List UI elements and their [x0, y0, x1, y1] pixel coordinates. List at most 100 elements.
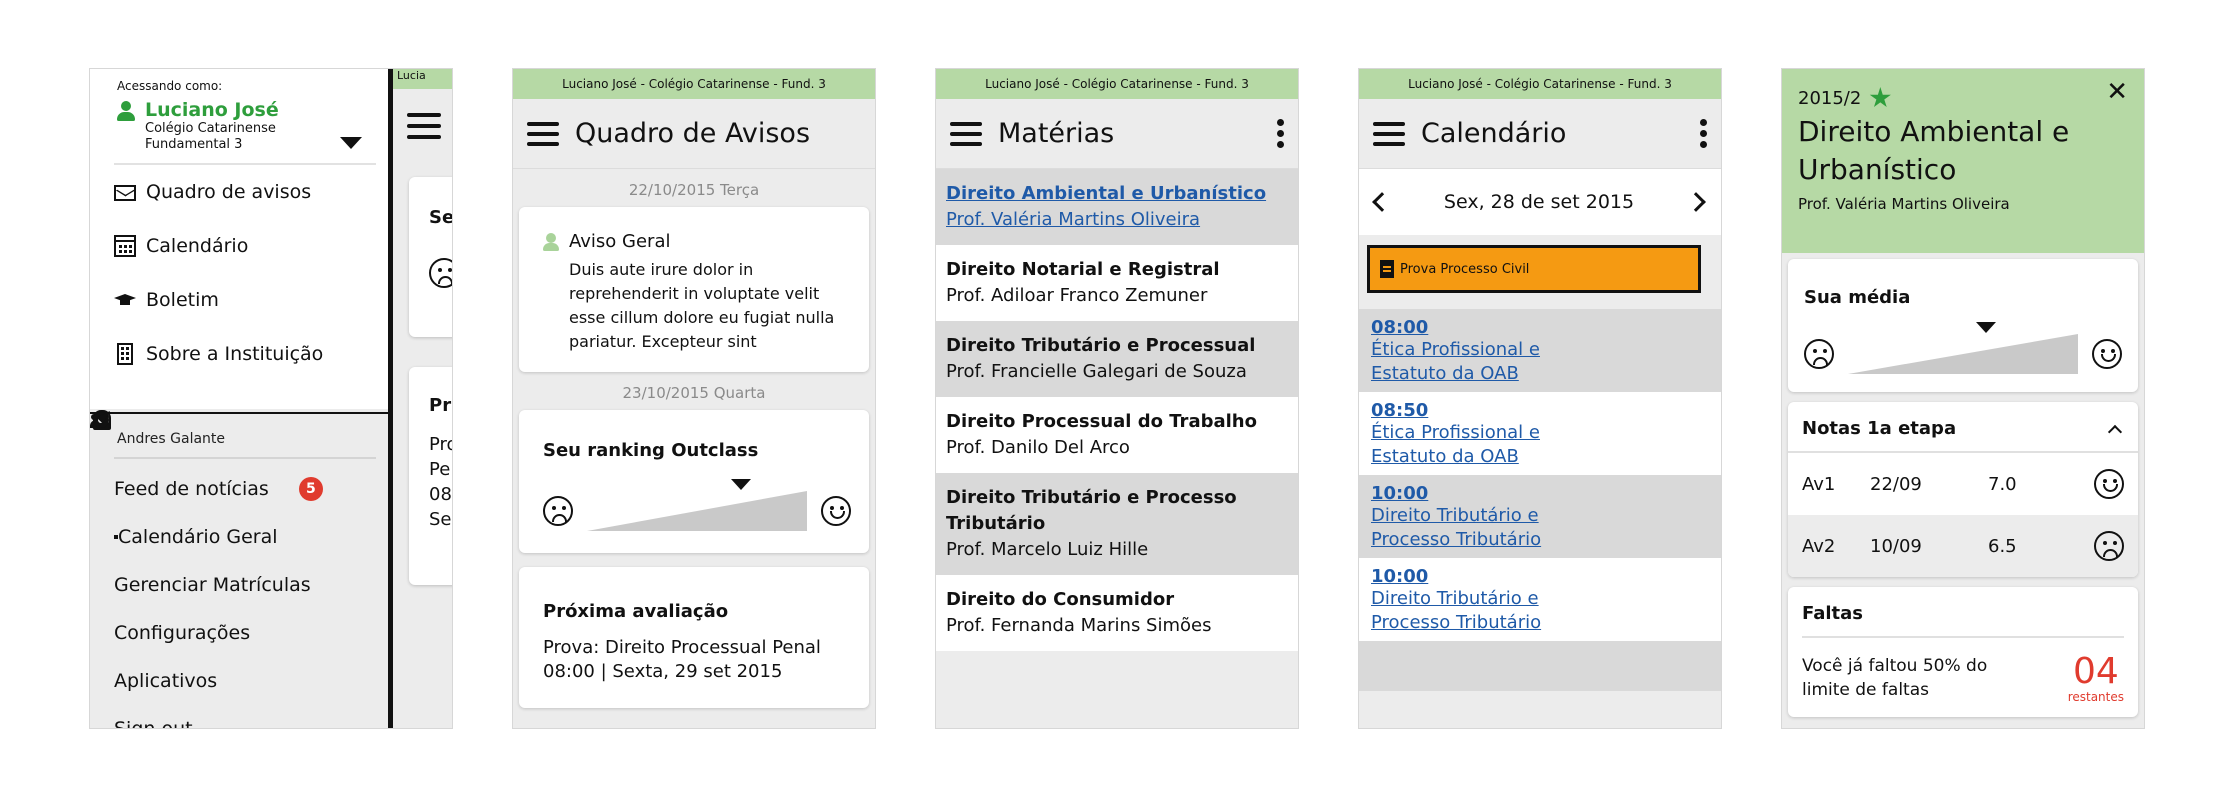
app-bar: Quadro de Avisos: [513, 99, 875, 169]
drawer-item-label: Calendário: [146, 235, 249, 257]
absences-title: Faltas: [1802, 603, 1864, 624]
drawer-item-feed-de-noticias[interactable]: Feed de notícias 5: [90, 465, 388, 513]
current-date: Sex, 28 de set 2015: [1443, 191, 1635, 213]
document-icon: [1380, 260, 1394, 278]
next-exam-subject: Prova: Direito Processual Penal: [543, 637, 821, 658]
schedule-time[interactable]: 10:00: [1371, 483, 1709, 504]
subject-professor: Prof. Valéria Martins Oliveira: [946, 209, 1201, 230]
grades-header[interactable]: Notas 1a etapa: [1788, 402, 2138, 453]
more-options-icon[interactable]: [1276, 119, 1284, 148]
grade-value: 7.0: [1988, 473, 2017, 495]
app-bar: Calendário: [1359, 99, 1721, 169]
subject-professor: Prof. Adiloar Franco Zemuner: [946, 285, 1208, 306]
drawer-item-sobre-a-instituicao[interactable]: Sobre a Instituição: [90, 327, 388, 381]
ranking-card[interactable]: Seu ranking Outclass: [519, 410, 869, 553]
notice-body: Duis aute irure dolor in reprehenderit i…: [569, 260, 835, 351]
subject-item[interactable]: Direito Processual do Trabalho Prof. Dani…: [936, 397, 1298, 473]
schedule-item[interactable]: 10:00 Direito Tributário e Processo Tribu…: [1359, 475, 1721, 558]
grade-date: 22/09: [1870, 473, 1922, 495]
drawer-item-label: Quadro de avisos: [146, 181, 312, 203]
absences-card: Faltas Você já faltou 50% do limite de f…: [1788, 587, 2138, 717]
schedule-subject[interactable]: Ética Profissional e Estatuto da OAB: [1371, 338, 1591, 386]
subject-list: Direito Ambiental e Urbanístico Prof. Val…: [936, 169, 1298, 651]
chevron-right-icon[interactable]: [1686, 192, 1706, 212]
drawer-item-sign-out[interactable]: Sign out: [90, 705, 388, 728]
more-options-icon[interactable]: [1699, 119, 1707, 148]
drawer-item-label: Feed de notícias: [114, 478, 269, 500]
close-icon[interactable]: ✕: [2106, 77, 2128, 107]
next-exam-card[interactable]: Próxima avaliação Prova: Direito Process…: [519, 567, 869, 708]
background-card-line: Se: [429, 509, 452, 530]
grades-card: Notas 1a etapa Av1 22/09 7.0 Av2 10/09 6.5: [1788, 402, 2138, 577]
calendar-icon: [114, 235, 136, 257]
grade-value: 6.5: [1988, 535, 2017, 557]
subject-item[interactable]: Direito Tributário e Processual Prof. Fra…: [936, 321, 1298, 397]
schedule-subject[interactable]: Direito Tributário e Processo Tributário: [1371, 587, 1591, 635]
subject-item[interactable]: Direito Notarial e Registral Prof. Adiloa…: [936, 245, 1298, 321]
grade-name: Fundamental 3: [145, 137, 243, 152]
user-icon: [117, 101, 135, 121]
drawer-item-quadro-de-avisos[interactable]: Quadro de avisos: [90, 165, 388, 219]
absences-remaining-label: restantes: [2067, 690, 2124, 704]
schedule-item[interactable]: 08:50 Ética Profissional e Estatuto da OA…: [1359, 392, 1721, 475]
drawer-admin-menu: Feed de notícias 5 Calendário Geral Gerenci…: [90, 465, 388, 728]
page-title: Quadro de Avisos: [575, 118, 811, 149]
background-card: Pr Pro Pe 08 Se: [409, 367, 452, 585]
subject-professor: Prof. Marcelo Luiz Hille: [946, 539, 1149, 560]
ranking-gauge: [587, 479, 807, 531]
schedule-item[interactable]: 10:00 Direito Tributário e Processo Tribu…: [1359, 558, 1721, 641]
subject-item[interactable]: Direito Ambiental e Urbanístico Prof. Val…: [936, 169, 1298, 245]
drawer-item-label: Aplicativos: [114, 670, 218, 692]
section-label: Andres Galante: [117, 431, 226, 447]
drawer-item-configuracoes[interactable]: Configurações: [90, 609, 388, 657]
drawer-item-calendario[interactable]: Calendário: [90, 219, 388, 273]
screen-calendar: Luciano José - Colégio Catarinense - Fun…: [1358, 68, 1722, 729]
drawer-admin-section: Andres Galante Feed de notícias 5 Calendár…: [90, 409, 388, 728]
menu-icon[interactable]: [527, 121, 559, 146]
page-title: Matérias: [998, 118, 1115, 149]
chevron-up-icon[interactable]: [2107, 424, 2123, 439]
exam-event[interactable]: Prova Processo Civil: [1367, 245, 1701, 293]
notice-card[interactable]: Aviso Geral Duis aute irure dolor in rep…: [519, 207, 869, 372]
grade-date: 10/09: [1870, 535, 1922, 557]
user-name: Luciano José: [145, 99, 279, 121]
subject-name: Direito Notarial e Registral: [946, 259, 1220, 280]
drawer-menu: Quadro de avisos Calendário Boletim Sobre a…: [90, 165, 388, 381]
navigation-drawer: Acessando como: Luciano José Colégio Cat…: [90, 69, 393, 728]
drawer-item-label: Boletim: [146, 289, 219, 311]
menu-icon[interactable]: [407, 113, 441, 139]
schedule-subject[interactable]: Ética Profissional e Estatuto da OAB: [1371, 421, 1591, 469]
subject-name: Direito Ambiental e Urbanístico: [946, 183, 1267, 204]
drawer-item-aplicativos[interactable]: Aplicativos: [90, 657, 388, 705]
schedule-item[interactable]: 08:00 Ética Profissional e Estatuto da OA…: [1359, 309, 1721, 392]
subject-name: Direito Tributário e Processo Tributário: [946, 487, 1237, 534]
drawer-item-gerenciar-matriculas[interactable]: Gerenciar Matrículas: [90, 561, 388, 609]
date-separator: 23/10/2015 Quarta: [622, 384, 766, 402]
drawer-item-boletim[interactable]: Boletim: [90, 273, 388, 327]
account-dropdown-icon[interactable]: [340, 137, 362, 149]
background-card-line: Pe: [429, 459, 451, 480]
menu-icon[interactable]: [950, 121, 982, 146]
status-bar: Luciano José - Colégio Catarinense - Fun…: [513, 69, 875, 99]
date-navigator: Sex, 28 de set 2015: [1359, 169, 1721, 235]
subject-item[interactable]: Direito do Consumidor Prof. Fernanda Mari…: [936, 575, 1298, 651]
chevron-left-icon[interactable]: [1372, 192, 1392, 212]
drawer-item-calendario-geral[interactable]: Calendário Geral: [90, 513, 388, 561]
ranking-marker-icon: [731, 479, 751, 490]
menu-icon[interactable]: [1373, 121, 1405, 146]
background-card-title: Se: [429, 207, 453, 228]
subject-item[interactable]: Direito Tributário e Processo Tributário…: [936, 473, 1298, 575]
subject-name: Direito Tributário e Processual: [946, 335, 1256, 356]
date-separator: 22/10/2015 Terça: [628, 181, 760, 199]
schedule-time[interactable]: 10:00: [1371, 566, 1709, 587]
subject-name: Direito Processual do Trabalho: [946, 411, 1257, 432]
divider: [114, 457, 376, 459]
star-icon[interactable]: [1869, 87, 1891, 108]
schedule-time[interactable]: 08:50: [1371, 400, 1709, 421]
period-label: 2015/2: [1798, 87, 1862, 109]
drawer-item-label: Configurações: [114, 622, 251, 644]
ranking-title: Seu ranking Outclass: [543, 440, 759, 461]
schedule-time[interactable]: 08:00: [1371, 317, 1709, 338]
schedule-subject[interactable]: Direito Tributário e Processo Tributário: [1371, 504, 1591, 552]
screen-subjects: Luciano José - Colégio Catarinense - Fun…: [935, 68, 1299, 729]
